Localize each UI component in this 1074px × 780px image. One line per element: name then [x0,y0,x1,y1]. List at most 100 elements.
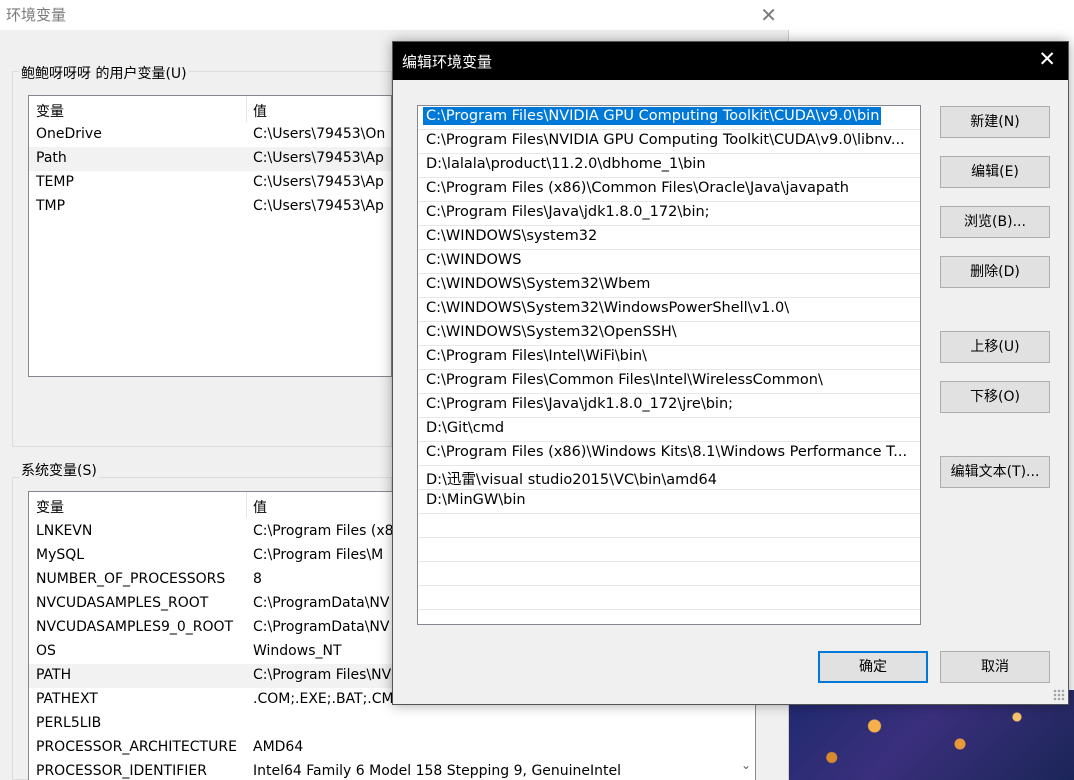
path-text: C:\WINDOWS\system32 [426,228,598,244]
var-value: Windows_NT [253,643,342,659]
var-name: NVCUDASAMPLES9_0_ROOT [36,619,234,635]
path-item[interactable]: C:\WINDOWS\system32 [418,226,920,250]
path-text: C:\Program Files\NVIDIA GPU Computing To… [426,132,905,148]
var-value: C:\Users\79453\Ap [253,150,384,166]
system-vars-label: 系统变量(S) [19,460,99,480]
dialog-close-icon[interactable]: ✕ [1038,47,1056,71]
table-row[interactable]: TEMP C:\Users\79453\Ap [29,171,391,195]
path-item[interactable]: D:\Git\cmd [418,418,920,442]
path-text: C:\Program Files\NVIDIA GPU Computing To… [421,106,883,126]
col-header-value[interactable]: 值 [253,101,267,121]
path-item[interactable]: C:\WINDOWS\System32\OpenSSH\ [418,322,920,346]
var-name: TEMP [36,174,74,190]
edit-env-variable-dialog: 编辑环境变量 ✕ C:\Program Files\NVIDIA GPU Com… [392,41,1069,705]
move-up-button[interactable]: 上移(U) [940,331,1050,363]
var-name: MySQL [36,547,85,563]
user-vars-label: 鲍鲍呀呀呀 的用户变量(U) [19,63,189,83]
var-name: LNKEVN [36,523,93,539]
edit-text-button[interactable]: 编辑文本(T)... [940,456,1050,488]
path-text: C:\Program Files\Java\jdk1.8.0_172\bin; [426,204,710,220]
col-header-variable[interactable]: 变量 [36,497,64,517]
empty-path-slot[interactable] [418,562,920,586]
path-item[interactable]: C:\Program Files (x86)\Common Files\Orac… [418,178,920,202]
path-item[interactable]: C:\Program Files\Common Files\Intel\Wire… [418,370,920,394]
path-item[interactable]: C:\WINDOWS [418,250,920,274]
var-value: AMD64 [253,739,304,755]
var-value: C:\Users\79453\On [253,126,386,142]
browse-button[interactable]: 浏览(B)... [940,206,1050,238]
path-text: C:\WINDOWS\System32\Wbem [426,276,651,292]
path-text: C:\Program Files (x86)\Windows Kits\8.1\… [426,444,908,460]
table-row[interactable]: OneDrive C:\Users\79453\On [29,123,391,147]
var-value: C:\Program Files (x8 [253,523,394,539]
var-name: NUMBER_OF_PROCESSORS [36,571,226,587]
resize-grip-icon[interactable] [1053,689,1065,701]
dialog-titlebar: 编辑环境变量 ✕ [393,42,1068,80]
path-list[interactable]: C:\Program Files\NVIDIA GPU Computing To… [417,105,921,625]
var-name: PERL5LIB [36,715,102,731]
empty-path-slot[interactable] [418,514,920,538]
dialog-title: 编辑环境变量 [402,53,493,71]
path-text: C:\WINDOWS\System32\WindowsPowerShell\v1… [426,300,790,316]
user-vars-list[interactable]: 变量 值 OneDrive C:\Users\79453\On Path C:\Use… [28,95,392,377]
var-value: C:\Users\79453\Ap [253,198,384,214]
main-close-icon[interactable]: ✕ [760,3,777,27]
var-name: OneDrive [36,126,102,142]
path-item[interactable]: C:\Program Files (x86)\Windows Kits\8.1\… [418,442,920,466]
var-value: 8 [253,571,262,587]
path-text: D:\MinGW\bin [426,492,526,508]
table-row[interactable]: PERL5LIB [29,712,755,736]
path-item[interactable]: C:\Program Files\NVIDIA GPU Computing To… [418,130,920,154]
main-titlebar: 环境变量 ✕ [0,0,789,30]
table-row[interactable]: TMP C:\Users\79453\Ap [29,195,391,219]
empty-path-slot[interactable] [418,586,920,610]
path-item[interactable]: C:\Program Files\Java\jdk1.8.0_172\bin; [418,202,920,226]
col-header-value[interactable]: 值 [253,497,267,517]
path-text: C:\WINDOWS [426,252,522,268]
col-header-variable[interactable]: 变量 [36,101,64,121]
user-vars-header: 变量 值 [29,96,391,122]
path-item[interactable]: D:\lalala\product\11.2.0\dbhome_1\bin [418,154,920,178]
col-separator [246,492,247,518]
main-window-title: 环境变量 [6,6,67,24]
scroll-down-icon[interactable]: ⌄ [737,756,755,774]
var-name: TMP [36,198,66,214]
empty-path-slot[interactable] [418,538,920,562]
path-item[interactable]: C:\Program Files\NVIDIA GPU Computing To… [418,106,920,130]
var-name: NVCUDASAMPLES_ROOT [36,595,209,611]
var-name: PATH [36,667,72,683]
path-item[interactable]: D:\MinGW\bin [418,490,920,514]
path-item[interactable]: C:\Program Files\Java\jdk1.8.0_172\jre\b… [418,394,920,418]
new-button[interactable]: 新建(N) [940,106,1050,138]
var-value: C:\ProgramData\NV [253,619,390,635]
table-row[interactable]: Path C:\Users\79453\Ap [29,147,391,171]
path-text: C:\Program Files (x86)\Common Files\Orac… [426,180,849,196]
var-name: OS [36,643,56,659]
ok-button[interactable]: 确定 [818,651,928,683]
table-row[interactable]: PROCESSOR_IDENTIFIER Intel64 Family 6 Mod… [29,760,755,780]
path-text: D:\lalala\product\11.2.0\dbhome_1\bin [426,156,706,172]
delete-button[interactable]: 删除(D) [940,256,1050,288]
cancel-button[interactable]: 取消 [940,651,1050,683]
edit-button[interactable]: 编辑(E) [940,156,1050,188]
path-item[interactable]: D:\迅雷\visual studio2015\VC\bin\amd64 [418,466,920,490]
path-text: C:\Program Files\Intel\WiFi\bin\ [426,348,647,364]
var-value: C:\ProgramData\NV [253,595,390,611]
path-text: D:\迅雷\visual studio2015\VC\bin\amd64 [426,472,717,488]
table-row[interactable]: PROCESSOR_ARCHITECTURE AMD64 [29,736,755,760]
path-text: C:\Program Files\Common Files\Intel\Wire… [426,372,823,388]
path-item[interactable]: C:\WINDOWS\System32\WindowsPowerShell\v1… [418,298,920,322]
var-value: C:\Users\79453\Ap [253,174,384,190]
var-name: PROCESSOR_ARCHITECTURE [36,739,237,755]
path-text: C:\Program Files\Java\jdk1.8.0_172\jre\b… [426,396,734,412]
path-text: D:\Git\cmd [426,420,505,436]
path-item[interactable]: C:\Program Files\Intel\WiFi\bin\ [418,346,920,370]
var-name: PATHEXT [36,691,98,707]
var-value: C:\Program Files\M [253,547,384,563]
path-item[interactable]: C:\WINDOWS\System32\Wbem [418,274,920,298]
var-value: Intel64 Family 6 Model 158 Stepping 9, G… [253,763,622,779]
var-value: .COM;.EXE;.BAT;.CM [253,691,394,707]
move-down-button[interactable]: 下移(O) [940,381,1050,413]
var-name: Path [36,150,67,166]
path-text: C:\WINDOWS\System32\OpenSSH\ [426,324,677,340]
